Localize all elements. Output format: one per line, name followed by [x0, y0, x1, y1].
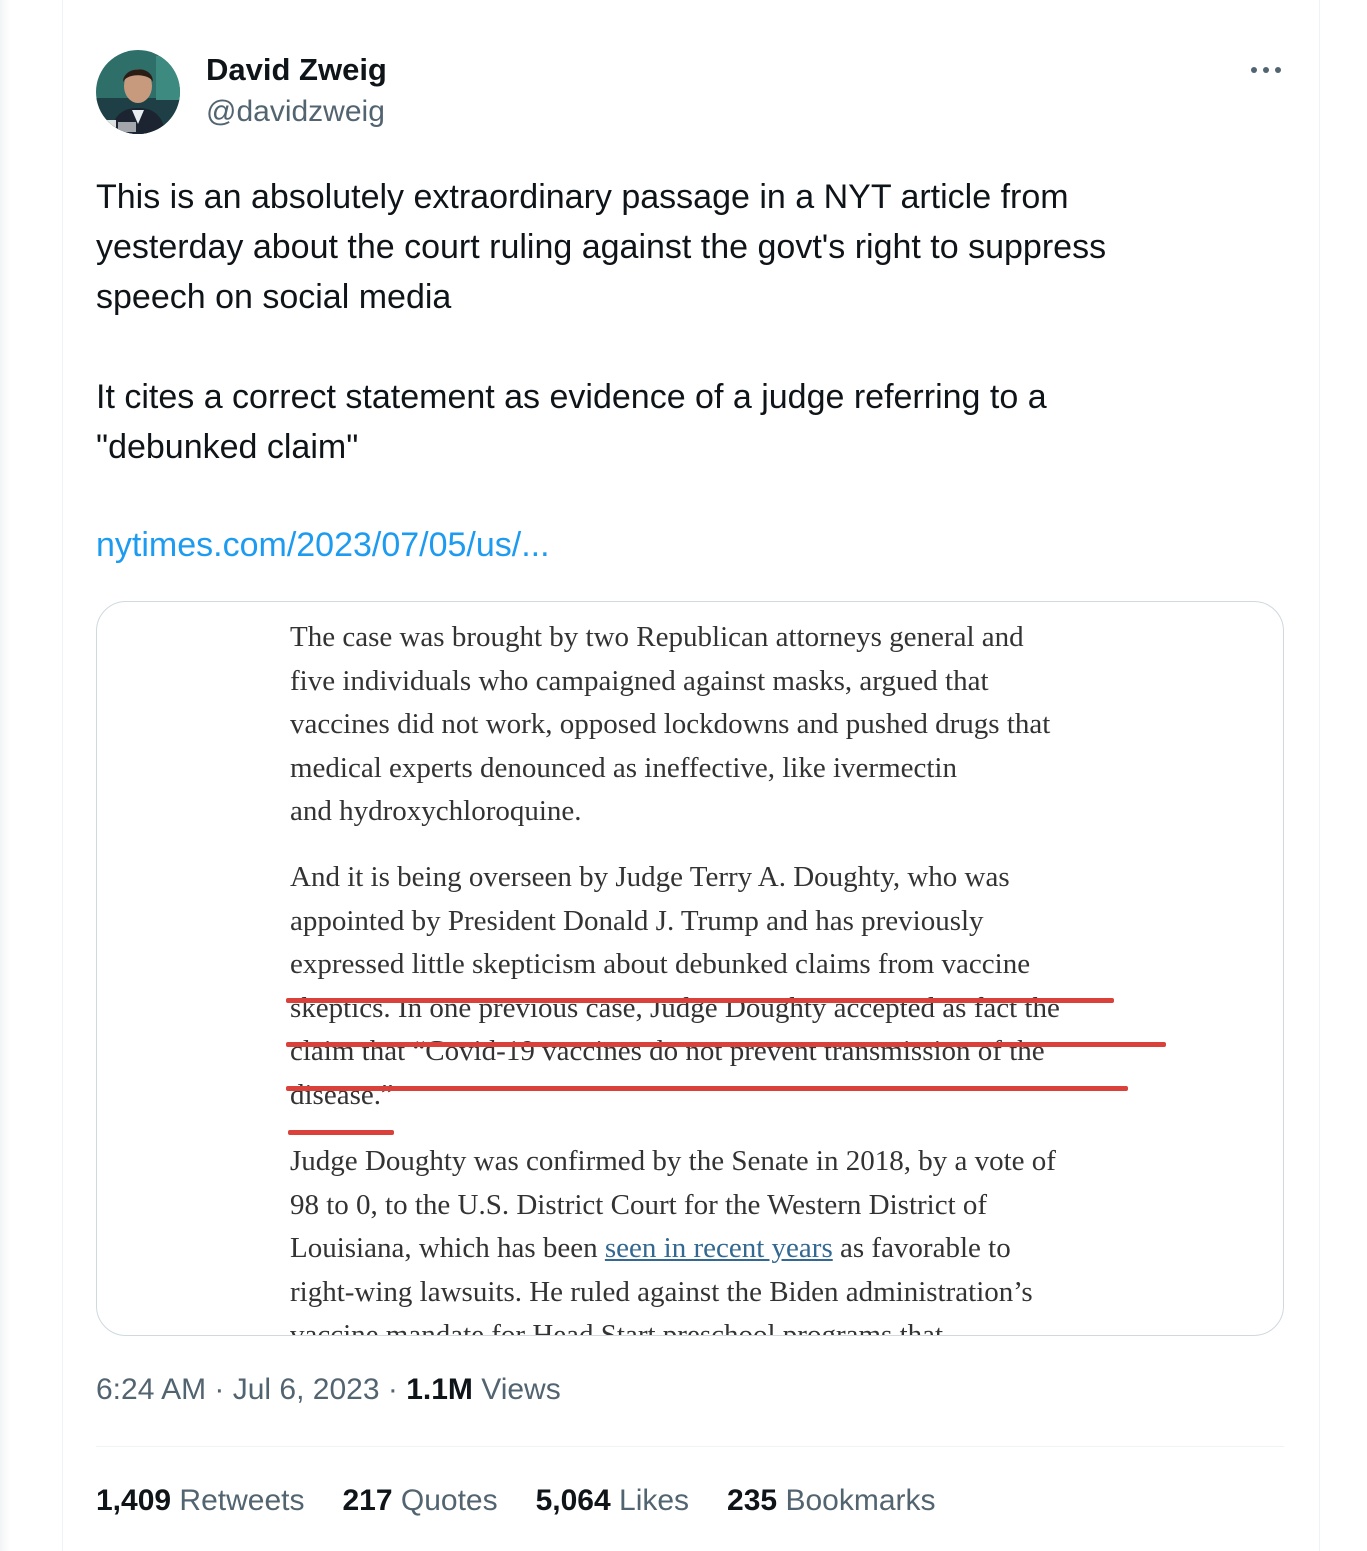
article-line-highlighted: disease.” — [290, 1078, 394, 1111]
red-underline — [286, 998, 1114, 1003]
article-line: Louisiana, which has been seen in recent… — [290, 1232, 1011, 1264]
article-line-cut: vaccine mandate for Head Start preschool… — [290, 1319, 944, 1336]
column-border-left — [62, 0, 63, 1551]
more-horizontal-icon — [1251, 67, 1257, 73]
red-underline — [288, 1130, 394, 1135]
article-line: and hydroxychloroquine. — [290, 795, 582, 827]
views-label: Views — [472, 1373, 561, 1406]
article-line: Judge Doughty was confirmed by the Senat… — [290, 1145, 1056, 1177]
author-handle[interactable]: @davidzweig — [206, 95, 385, 129]
article-line: 98 to 0, to the U.S. District Court for … — [290, 1188, 988, 1221]
divider — [96, 1446, 1284, 1447]
retweets-stat[interactable]: 1,409 Retweets — [96, 1484, 304, 1518]
article-line: vaccines did not work, opposed lockdowns… — [290, 708, 1051, 740]
red-underline — [286, 1086, 1128, 1091]
likes-stat[interactable]: 5,064 Likes — [536, 1484, 689, 1518]
left-edge-shade — [0, 0, 10, 1551]
article-line: The case was brought by two Republican a… — [290, 621, 1024, 653]
article-line: medical experts denounced as ineffective… — [290, 751, 957, 784]
article-line: appointed by President Donald J. Trump a… — [290, 904, 984, 937]
article-line-highlighted: claim that “Covid-19 vaccines do not pre… — [290, 1035, 1045, 1067]
tweet-timestamp: 6:24 AM · Jul 6, 2023 · 1.1M Views — [96, 1373, 561, 1406]
article-line: And it is being overseen by Judge Terry … — [290, 861, 1010, 893]
article-inline-link: seen in recent years — [604, 1232, 833, 1264]
article-link[interactable]: nytimes.com/2023/07/05/us/... — [96, 526, 550, 565]
article-line-highlighted: skeptics. In one previous case, Judge Do… — [290, 991, 1060, 1024]
tweet-time[interactable]: 6:24 AM — [96, 1373, 206, 1406]
author-name[interactable]: David Zweig — [206, 52, 387, 88]
bookmarks-stat[interactable]: 235 Bookmarks — [727, 1484, 935, 1518]
article-paragraph-2: And it is being overseen by Judge Terry … — [290, 856, 1170, 1117]
quotes-stat[interactable]: 217 Quotes — [342, 1484, 497, 1518]
article-line-highlighted: expressed little skepticism about debunk… — [290, 948, 1031, 980]
article-line: five individuals who campaigned against … — [290, 664, 989, 697]
tweet-text: This is an absolutely extraordinary pass… — [96, 178, 1107, 466]
article-line: right-wing lawsuits. He ruled against th… — [290, 1275, 1033, 1308]
engagement-stats: 1,409 Retweets 217 Quotes 5,064 Likes 235 B… — [96, 1484, 974, 1518]
avatar[interactable] — [96, 50, 180, 134]
avatar-image — [96, 50, 180, 134]
more-options-button[interactable] — [1246, 58, 1286, 84]
column-border-right — [1319, 0, 1320, 1551]
tweet-media-image[interactable]: The case was brought by two Republican a… — [96, 601, 1284, 1336]
tweet-date[interactable]: Jul 6, 2023 — [233, 1373, 380, 1406]
article-paragraph-3: Judge Doughty was confirmed by the Senat… — [290, 1140, 1170, 1336]
article-paragraph-1: The case was brought by two Republican a… — [290, 616, 1170, 834]
red-underline — [286, 1042, 1166, 1047]
views-count: 1.1M — [406, 1373, 473, 1406]
